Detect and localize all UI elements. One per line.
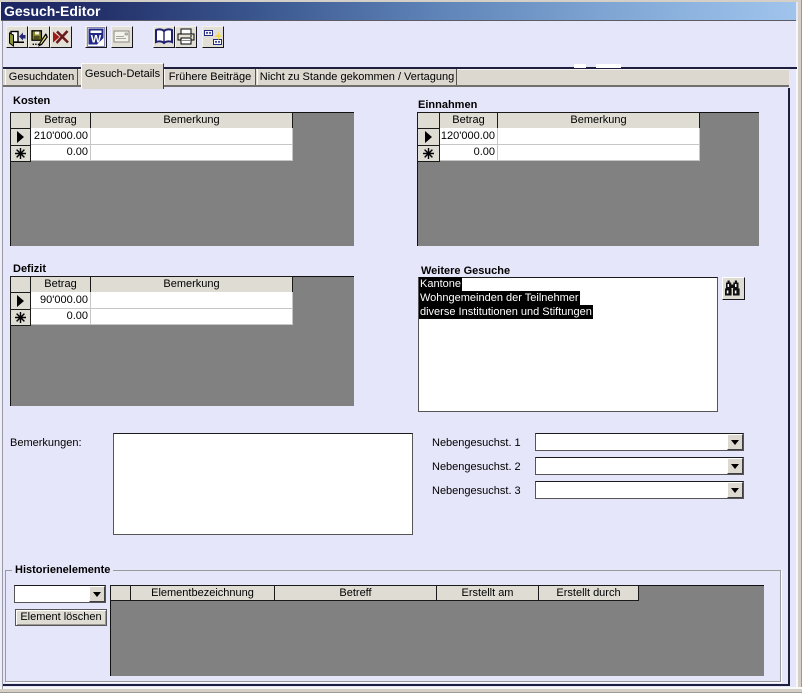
svg-text:W: W <box>91 34 102 46</box>
